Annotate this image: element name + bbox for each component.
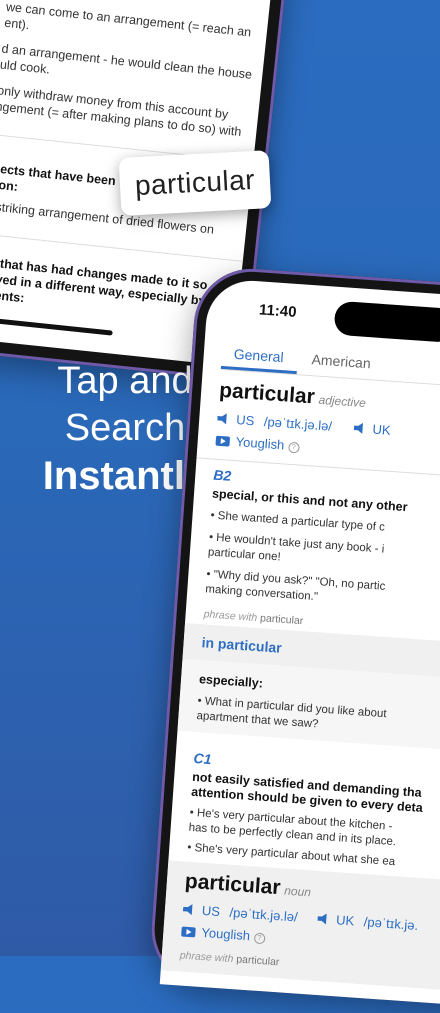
tab-general[interactable]: General xyxy=(233,346,284,365)
selected-word-popup[interactable]: particular xyxy=(118,150,272,216)
youglish-link[interactable]: Youglish xyxy=(235,434,285,452)
us-label[interactable]: US xyxy=(201,903,220,919)
speaker-icon[interactable] xyxy=(217,413,231,425)
tab-american[interactable]: American xyxy=(311,351,371,371)
speaker-icon[interactable] xyxy=(353,422,367,434)
status-time: 11:40 xyxy=(258,301,298,321)
video-play-icon xyxy=(181,926,196,938)
dictionary-screen: 11:40 General American particular adjecti… xyxy=(159,277,440,1012)
headword: particular xyxy=(218,378,316,409)
us-label[interactable]: US xyxy=(236,412,255,428)
home-indicator xyxy=(0,318,113,336)
uk-label[interactable]: UK xyxy=(372,422,391,438)
active-tab-indicator xyxy=(220,365,297,375)
phrase-prefix: phrase with xyxy=(203,608,258,624)
uk-label[interactable]: UK xyxy=(336,912,355,928)
bottom-phone-mockup: 11:40 General American particular adjecti… xyxy=(147,265,440,1013)
phrase-word: particular xyxy=(259,612,304,628)
speaker-icon[interactable] xyxy=(183,904,197,916)
speaker-icon[interactable] xyxy=(317,913,331,925)
help-icon[interactable]: ? xyxy=(287,441,300,454)
us-ipa: /pəˈtɪk.jə.lə/ xyxy=(263,413,333,434)
video-play-icon xyxy=(215,435,231,447)
help-icon[interactable]: ? xyxy=(253,932,266,945)
part-of-speech: adjective xyxy=(318,392,367,411)
dynamic-island xyxy=(333,300,440,343)
part-of-speech: noun xyxy=(283,883,312,900)
